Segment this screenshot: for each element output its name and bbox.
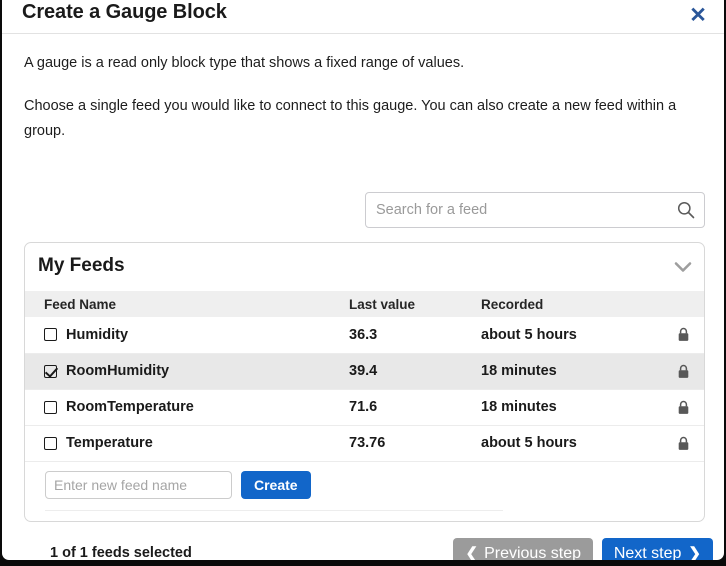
- cell-feed-name: Temperature: [25, 425, 349, 461]
- create-gauge-block-modal: Create a Gauge Block ✕ A gauge is a read…: [2, 0, 724, 560]
- cell-feed-name: RoomTemperature: [25, 389, 349, 425]
- feeds-panel-header: My Feeds: [25, 243, 704, 291]
- next-step-label: Next step: [613, 544, 682, 561]
- table-row[interactable]: RoomTemperature 71.6 18 minutes: [25, 389, 704, 425]
- feed-name-label: RoomTemperature: [66, 399, 194, 415]
- feed-name-label: RoomHumidity: [66, 363, 170, 379]
- my-feeds-panel: My Feeds Feed Name Last value Recorded H…: [24, 242, 705, 522]
- column-header-lock: [671, 291, 704, 317]
- search-field-wrapper[interactable]: [365, 192, 705, 228]
- page-title: Create a Gauge Block: [22, 1, 227, 23]
- new-feed-name-input[interactable]: [45, 471, 232, 499]
- cell-recorded: about 5 hours: [481, 326, 577, 343]
- cell-last-value: 73.76: [349, 435, 386, 451]
- feeds-panel-title: My Feeds: [38, 255, 125, 276]
- chevron-left-icon: ❮: [465, 545, 479, 560]
- close-icon[interactable]: ✕: [685, 2, 711, 28]
- cell-feed-name: Humidity: [25, 317, 349, 353]
- cell-recorded: 18 minutes: [481, 399, 557, 415]
- next-step-button[interactable]: Next step ❯: [601, 538, 713, 561]
- search-input[interactable]: [366, 193, 666, 227]
- feed-name-label: Temperature: [66, 435, 153, 451]
- previous-step-label: Previous step: [484, 544, 581, 561]
- cell-feed-name: RoomHumidity: [25, 353, 349, 389]
- cell-last-value: 71.6: [349, 399, 378, 415]
- chevron-down-icon[interactable]: [674, 261, 692, 273]
- cell-lock: [671, 425, 704, 461]
- feeds-table: Feed Name Last value Recorded Humidity 3…: [25, 291, 704, 462]
- cell-lock: [671, 317, 704, 353]
- lock-icon: [678, 364, 689, 378]
- table-row[interactable]: Humidity 36.3 about 5 hours: [25, 317, 704, 353]
- cell-last-value: 36.3: [349, 326, 378, 343]
- cell-recorded: about 5 hours: [481, 435, 577, 451]
- feeds-table-body: Humidity 36.3 about 5 hours RoomHumidity…: [25, 317, 704, 461]
- table-header-row: Feed Name Last value Recorded: [25, 291, 704, 317]
- column-header-last-value: Last value: [349, 291, 481, 317]
- lock-icon: [678, 436, 689, 450]
- selected-feeds-count: 1 of 1 feeds selected: [50, 545, 192, 560]
- description-line-1: A gauge is a read only block type that s…: [24, 55, 465, 71]
- lock-icon: [678, 400, 689, 414]
- feed-name-label: Humidity: [66, 326, 129, 343]
- create-feed-button[interactable]: Create: [241, 471, 311, 499]
- search-icon[interactable]: [677, 201, 695, 219]
- cell-lock: [671, 389, 704, 425]
- chevron-right-icon: ❯: [688, 545, 701, 560]
- column-header-recorded: Recorded: [481, 291, 671, 317]
- feeds-table-header: Feed Name Last value Recorded: [25, 291, 704, 317]
- feed-checkbox[interactable]: [44, 436, 57, 450]
- cell-last-value: 39.4: [349, 363, 378, 379]
- column-header-feed-name: Feed Name: [25, 291, 349, 317]
- modal-footer: 1 of 1 feeds selected ❮ Previous step Ne…: [2, 529, 724, 560]
- create-feed-row: Create: [45, 471, 311, 499]
- table-row[interactable]: RoomHumidity 39.4 18 minutes: [25, 353, 704, 389]
- feed-checkbox[interactable]: [44, 400, 57, 414]
- cell-lock: [671, 353, 704, 389]
- feed-checkbox[interactable]: [44, 364, 57, 378]
- create-row-divider: [45, 510, 503, 511]
- previous-step-button[interactable]: ❮ Previous step: [453, 538, 593, 560]
- screen-background: Create a Gauge Block ✕ A gauge is a read…: [0, 0, 726, 566]
- cell-recorded: 18 minutes: [481, 363, 557, 379]
- feed-checkbox[interactable]: [44, 328, 57, 342]
- lock-icon: [678, 328, 689, 342]
- table-row[interactable]: Temperature 73.76 about 5 hours: [25, 425, 704, 461]
- description-line-2: Choose a single feed you would like to c…: [24, 98, 677, 139]
- modal-header: Create a Gauge Block ✕: [2, 0, 724, 34]
